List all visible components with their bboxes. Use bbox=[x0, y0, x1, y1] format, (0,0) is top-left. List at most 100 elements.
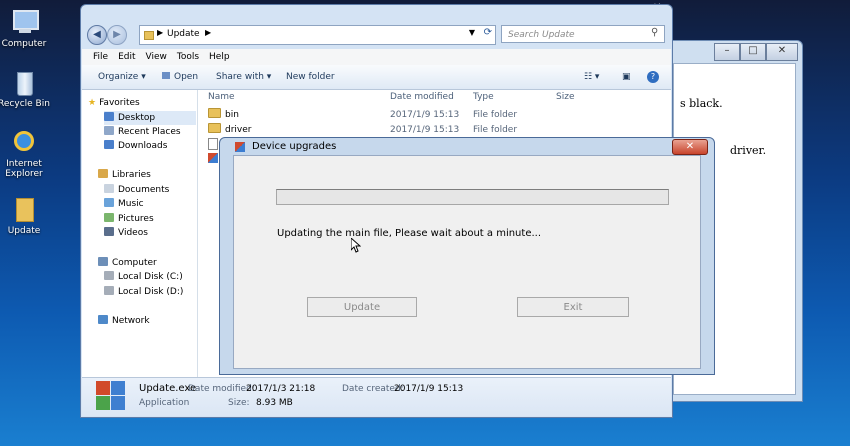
maximize-button[interactable]: □ bbox=[740, 43, 766, 61]
nav-label: Desktop bbox=[118, 113, 156, 123]
desktop-icon-label: Internet Explorer bbox=[5, 159, 43, 179]
nav-network[interactable]: Network bbox=[98, 314, 213, 328]
pictures-icon bbox=[104, 213, 114, 222]
disk-icon bbox=[104, 271, 114, 280]
menu-file[interactable]: File bbox=[88, 49, 113, 65]
details-size-label: Size: bbox=[228, 398, 250, 408]
menu-tools[interactable]: Tools bbox=[172, 49, 204, 65]
details-modified-value: 2017/1/3 21:18 bbox=[246, 384, 316, 394]
libraries-icon bbox=[98, 169, 108, 178]
refresh-icon[interactable]: ⟳ bbox=[484, 27, 492, 38]
desktop-icon-label: Computer bbox=[1, 39, 47, 49]
file-date: 2017/1/9 15:13 bbox=[390, 110, 460, 120]
preview-pane-icon[interactable]: ▣ bbox=[622, 65, 631, 89]
help-icon[interactable]: ? bbox=[647, 71, 659, 83]
update-button[interactable]: Update bbox=[307, 297, 417, 317]
view-options-icon[interactable]: ☷ ▾ bbox=[584, 65, 599, 89]
videos-icon bbox=[104, 227, 114, 236]
breadcrumb-separator-icon: ▶ bbox=[157, 28, 164, 37]
address-bar[interactable]: ▶ Update ▶ ▼ ⟳ bbox=[139, 25, 496, 45]
dialog-body: Updating the main file, Please wait abou… bbox=[233, 155, 701, 369]
nav-label: Network bbox=[112, 316, 150, 326]
application-icon bbox=[208, 153, 218, 163]
desktop-icon-label: Update bbox=[7, 226, 41, 236]
back-button[interactable]: ◀ bbox=[87, 25, 107, 45]
forward-button[interactable]: ▶ bbox=[107, 25, 127, 45]
desktop-icon-recycle-bin[interactable]: Recycle Bin bbox=[0, 68, 53, 109]
desktop-icon-label: Recycle Bin bbox=[0, 99, 50, 109]
close-button[interactable]: ✕ bbox=[672, 139, 708, 155]
nav-label: Local Disk (C:) bbox=[118, 272, 183, 282]
dialog-app-icon bbox=[235, 142, 245, 152]
breadcrumb[interactable]: Update bbox=[167, 29, 200, 39]
column-header-type[interactable]: Type bbox=[473, 92, 494, 102]
disk-icon bbox=[104, 286, 114, 295]
nav-label: Pictures bbox=[118, 214, 154, 224]
music-icon bbox=[104, 198, 114, 207]
text-line: s black. bbox=[680, 97, 723, 110]
nav-label: Favorites bbox=[99, 98, 140, 108]
share-with-button[interactable]: Share with ▾ bbox=[216, 65, 271, 89]
open-label: Open bbox=[174, 72, 199, 82]
column-header-size[interactable]: Size bbox=[556, 92, 574, 102]
nav-computer[interactable]: Computer bbox=[98, 256, 213, 270]
file-date: 2017/1/9 15:13 bbox=[390, 125, 460, 135]
open-icon bbox=[162, 72, 170, 79]
computer-icon bbox=[10, 8, 39, 36]
open-button[interactable]: Open bbox=[162, 65, 198, 89]
menu-view[interactable]: View bbox=[141, 49, 172, 65]
column-header-name[interactable]: Name bbox=[208, 92, 235, 102]
search-input[interactable]: Search Update bbox=[501, 25, 665, 43]
details-pane: Update.exe Date modified: 2017/1/3 21:18… bbox=[82, 377, 671, 416]
desktop-icon-computer[interactable]: Computer bbox=[0, 8, 53, 49]
desktop-icon bbox=[104, 112, 114, 121]
recycle-bin-icon bbox=[10, 68, 38, 96]
details-size-value: 8.93 MB bbox=[256, 398, 293, 408]
recent-places-icon bbox=[104, 126, 114, 135]
table-row[interactable]: driver 2017/1/9 15:13 File folder bbox=[208, 123, 668, 137]
computer-icon bbox=[98, 257, 108, 266]
exit-button[interactable]: Exit bbox=[517, 297, 629, 317]
menu-help[interactable]: Help bbox=[204, 49, 235, 65]
minimize-button[interactable]: – bbox=[714, 43, 740, 61]
desktop-icon-update[interactable]: Update bbox=[0, 195, 53, 236]
file-name: bin bbox=[225, 110, 239, 120]
folder-icon bbox=[208, 123, 221, 133]
downloads-icon bbox=[104, 140, 114, 149]
navigation-pane[interactable]: ★ Favorites Desktop Recent Places Downloa… bbox=[82, 90, 198, 377]
dialog-title: Device upgrades bbox=[252, 141, 337, 152]
toolbar: Organize ▾ Open Share with ▾ New folder … bbox=[82, 65, 671, 90]
share-label: Share with bbox=[216, 72, 264, 82]
device-upgrades-dialog[interactable]: Device upgrades ✕ Updating the main file… bbox=[219, 137, 715, 375]
nav-label: Downloads bbox=[118, 141, 168, 151]
progress-bar bbox=[276, 189, 669, 205]
nav-favorites[interactable]: ★ Favorites bbox=[88, 96, 203, 110]
network-icon bbox=[98, 315, 108, 324]
table-row[interactable]: bin 2017/1/9 15:13 File folder bbox=[208, 108, 668, 122]
menu-bar: File Edit View Tools Help bbox=[82, 49, 671, 65]
chevron-down-icon[interactable]: ▼ bbox=[469, 28, 475, 37]
nav-label: Music bbox=[118, 199, 144, 209]
text-line: driver. bbox=[730, 144, 767, 157]
desktop-icon-internet-explorer[interactable]: Internet Explorer bbox=[0, 128, 53, 179]
column-header-date-modified[interactable]: Date modified bbox=[390, 92, 454, 102]
menu-edit[interactable]: Edit bbox=[113, 49, 140, 65]
close-button[interactable]: ✕ bbox=[766, 43, 798, 61]
nav-item-desktop[interactable]: Desktop bbox=[104, 111, 196, 125]
star-icon: ★ bbox=[88, 98, 97, 108]
folder-icon bbox=[10, 195, 38, 223]
file-type: File folder bbox=[473, 125, 518, 135]
organize-button[interactable]: Organize ▾ bbox=[98, 65, 146, 89]
new-folder-button[interactable]: New folder bbox=[286, 65, 335, 89]
organize-label: Organize bbox=[98, 72, 139, 82]
internet-explorer-icon bbox=[10, 128, 38, 156]
nav-label: Videos bbox=[118, 228, 148, 238]
close-icon: ✕ bbox=[685, 141, 695, 152]
nav-label: Computer bbox=[112, 258, 157, 268]
folder-icon bbox=[208, 108, 221, 118]
taskbar-area bbox=[0, 418, 850, 446]
nav-label: Recent Places bbox=[118, 127, 181, 137]
nav-label: Local Disk (D:) bbox=[118, 287, 184, 297]
nav-libraries[interactable]: Libraries bbox=[98, 168, 213, 182]
nav-label: Documents bbox=[118, 185, 170, 195]
